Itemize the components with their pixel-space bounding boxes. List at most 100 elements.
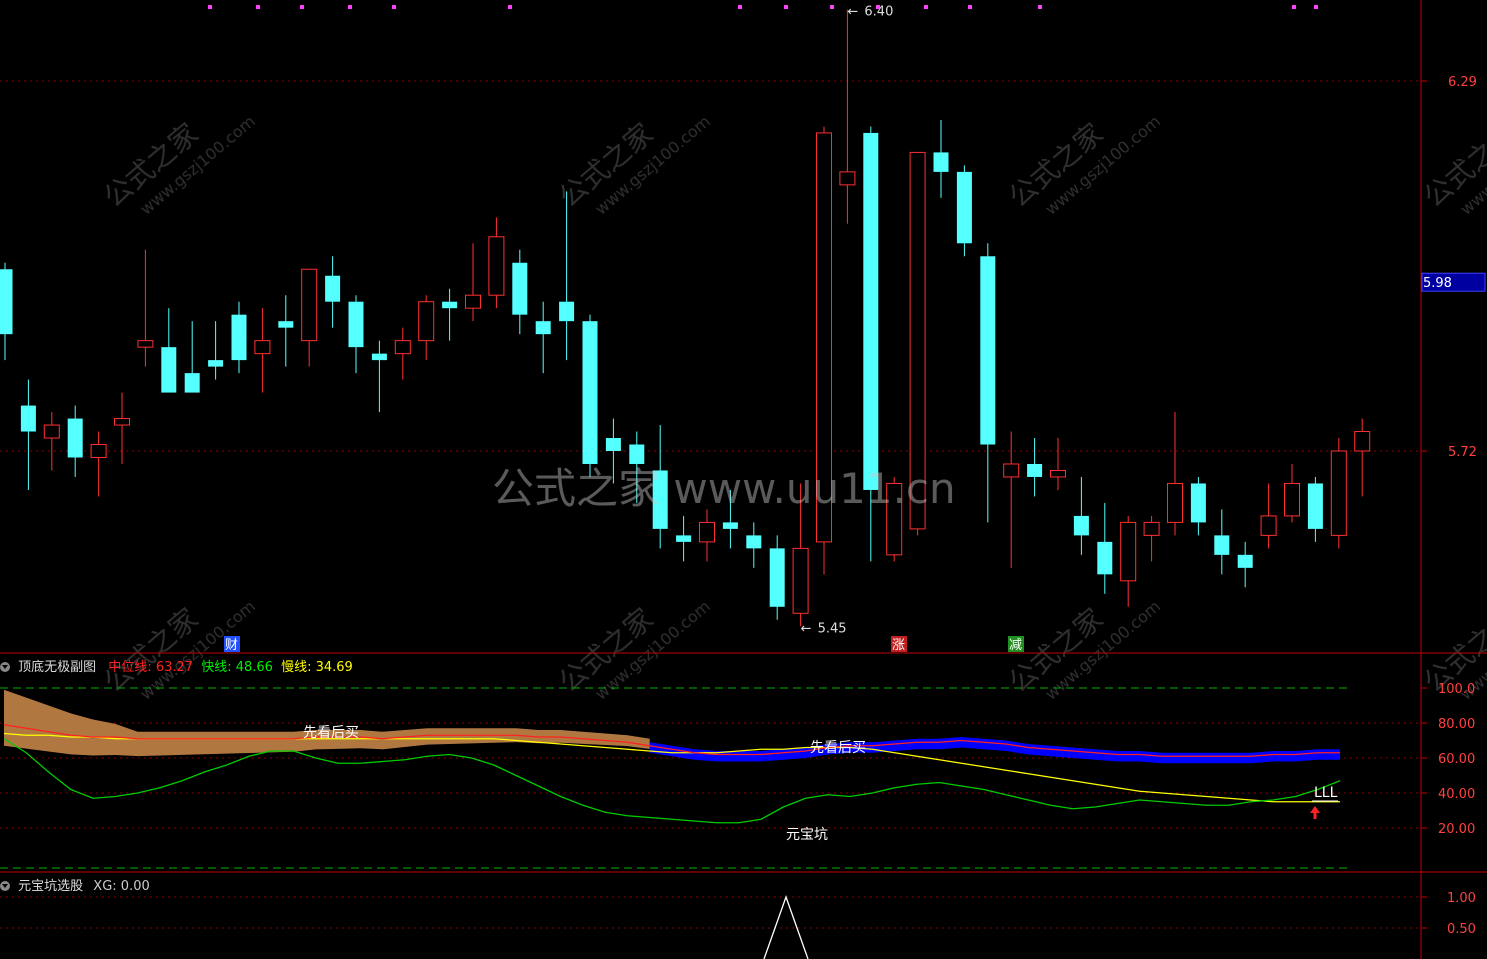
candle (348, 295, 364, 374)
xg-y-tick-label: 1.00 (1447, 891, 1476, 906)
candle (746, 522, 762, 568)
sub-slow-value: 34.69 (315, 660, 353, 675)
candle-body (1050, 469, 1066, 478)
candle-body (956, 171, 972, 244)
candle-body (746, 535, 762, 549)
candle-body (605, 438, 621, 451)
candle (1003, 431, 1020, 568)
collapse-icon[interactable] (0, 662, 10, 672)
candle-body (1354, 431, 1371, 452)
xg-panel-header[interactable]: 元宝坑选股 XG: 0.00 (0, 875, 150, 894)
top-marker-dot (1292, 5, 1296, 9)
candle-body (488, 236, 505, 296)
low-label: 5.45 (818, 621, 847, 636)
sub-y-tick-label: 60.00 (1438, 752, 1475, 767)
candle (1143, 515, 1160, 562)
candle-body (1260, 515, 1277, 536)
candle-body (348, 301, 364, 348)
top-marker-dot (300, 5, 304, 9)
candle-body (839, 171, 856, 186)
candle-body (325, 275, 341, 302)
candle (184, 321, 200, 393)
main-y-tick-label: 6.29 (1448, 75, 1477, 90)
candle (1050, 438, 1066, 490)
sub-panel-title: 顶底无极副图 (18, 660, 97, 675)
candle (1354, 418, 1371, 497)
sub-mid-value: 63.27 (155, 660, 194, 675)
candle-body (1003, 463, 1020, 478)
candle-body (394, 340, 411, 355)
xg-value: 0.00 (120, 879, 150, 894)
top-marker-dot (508, 5, 512, 9)
chart-root: 公式之家 www.gszj100.com 公式之家 www.gszj100.com 公式… (0, 0, 1487, 959)
candle-body (301, 268, 318, 342)
candle (1190, 476, 1206, 536)
candle-body (208, 360, 224, 367)
candle (1167, 412, 1183, 536)
small-watermarks: 公式之家www.gszj100.com 公式之家www.gszj100.com 公式… (97, 112, 1487, 704)
candle (699, 509, 715, 562)
candle (0, 262, 13, 361)
candle (1073, 476, 1089, 555)
top-marker-dot (784, 5, 788, 9)
candle-body (1097, 541, 1113, 575)
low-arrow: ← (801, 621, 812, 636)
candle (1097, 502, 1113, 594)
candle-body (1237, 554, 1253, 568)
candle-body (231, 314, 247, 361)
top-marker-dot (830, 5, 834, 9)
candle-body (442, 301, 458, 309)
candle-body (43, 424, 60, 439)
candle (956, 165, 972, 257)
top-marker-dot (738, 5, 742, 9)
candle (1027, 438, 1043, 497)
candle (559, 191, 575, 361)
top-marker-dot (968, 5, 972, 9)
candle-body (933, 152, 949, 172)
main-watermark: 公式之家 www.uu11.cn (492, 464, 956, 513)
sub-y-tick-label: 80.00 (1438, 717, 1475, 732)
candle (980, 243, 996, 523)
candle (137, 249, 154, 367)
candle (488, 217, 505, 309)
sub-fast-name: 快线 (201, 660, 228, 675)
candle-body (418, 301, 435, 342)
candle-body (1307, 483, 1323, 529)
candle-body (90, 444, 107, 458)
candle (1120, 515, 1137, 607)
candle (325, 256, 341, 328)
candle-body (512, 262, 528, 315)
candle (20, 379, 36, 490)
candle (442, 288, 458, 341)
candle (1237, 541, 1253, 588)
candle (394, 327, 411, 380)
candle-body (161, 347, 177, 393)
candle (90, 431, 107, 497)
marker-label: 减 (1009, 638, 1022, 653)
main-price-label: 5.98 (1423, 276, 1452, 291)
candle-body (371, 353, 387, 361)
main-y-tick-label: 5.72 (1448, 445, 1477, 460)
candle (1330, 438, 1347, 549)
candle-body (769, 548, 785, 607)
top-marker-dot (876, 5, 880, 9)
annotation-xkhm-2: 先看后买 (810, 740, 866, 756)
collapse-icon[interactable] (0, 881, 10, 891)
candle-body (465, 294, 481, 309)
annotation-lll: LLL (1314, 785, 1338, 801)
candle (114, 392, 130, 464)
watermark-small-5: 公式之家www.gszj100.com (1002, 597, 1164, 704)
annotation-xkhm-1: 先看后买 (303, 725, 359, 741)
candle (371, 340, 387, 413)
candle (301, 268, 318, 367)
sub-panel-header[interactable]: 顶底无极副图 中位线: 63.27 快线: 48.66 慢线: 34.69 (0, 656, 353, 675)
candle-body (792, 547, 809, 614)
top-marker-dot (392, 5, 396, 9)
watermark-small-6: 公式之家www.gszj100.com (1417, 112, 1487, 219)
watermark-small-1: 公式之家www.gszj100.com (552, 112, 714, 219)
candle-body (0, 269, 13, 335)
candle (839, 9, 856, 224)
buy-arrow-icon (1310, 806, 1320, 819)
watermark-small-4: 公式之家www.gszj100.com (552, 597, 714, 704)
candle (1307, 476, 1323, 542)
